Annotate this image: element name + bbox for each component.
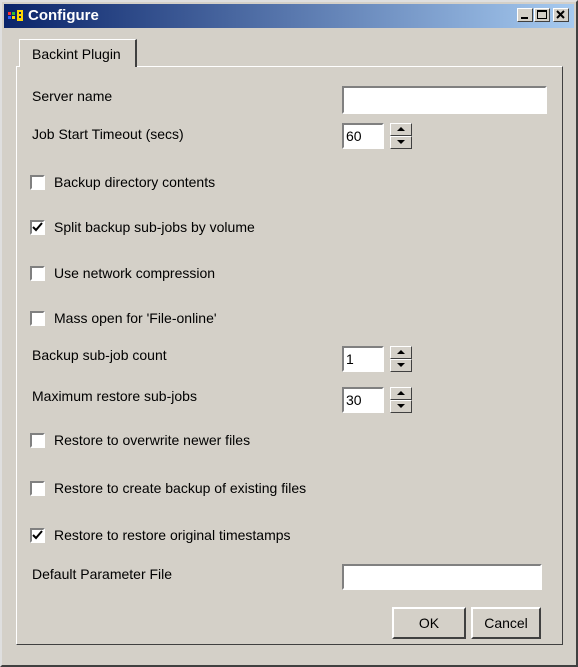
window-title: Configure bbox=[28, 7, 99, 24]
backup-subjob-count-input[interactable]: 1 bbox=[342, 346, 384, 372]
minimize-icon bbox=[521, 17, 528, 19]
checkbox-label: Mass open for 'File-online' bbox=[54, 310, 217, 326]
max-restore-subjobs-input[interactable]: 30 bbox=[342, 387, 384, 413]
spin-up-button[interactable] bbox=[390, 123, 412, 136]
spin-down-button[interactable] bbox=[390, 359, 412, 372]
job-start-timeout-spinner bbox=[390, 123, 412, 149]
max-restore-subjobs-label: Maximum restore sub-jobs bbox=[32, 388, 197, 404]
cancel-button[interactable]: Cancel bbox=[471, 607, 541, 639]
checkbox-label: Use network compression bbox=[54, 265, 216, 281]
spin-up-button[interactable] bbox=[390, 346, 412, 359]
checkbox-label: Restore to restore original timestamps bbox=[54, 527, 291, 543]
close-icon bbox=[556, 10, 565, 19]
arrow-down-icon bbox=[397, 404, 405, 408]
default-parameter-file-input[interactable] bbox=[342, 564, 542, 590]
tab-label: Backint Plugin bbox=[32, 46, 121, 62]
minimize-button[interactable] bbox=[517, 8, 533, 22]
checkbox-box[interactable] bbox=[30, 481, 45, 496]
checkbox-box[interactable] bbox=[30, 528, 45, 543]
spin-up-button[interactable] bbox=[390, 387, 412, 400]
maximize-button[interactable] bbox=[534, 8, 550, 22]
job-start-timeout-label: Job Start Timeout (secs) bbox=[32, 126, 184, 142]
checkmark-icon bbox=[32, 530, 43, 540]
checkbox-label: Restore to create backup of existing fil… bbox=[54, 480, 307, 496]
checkbox-box[interactable] bbox=[30, 433, 45, 448]
checkbox-box[interactable] bbox=[30, 220, 45, 235]
checkmark-icon bbox=[32, 222, 43, 232]
default-parameter-file-label: Default Parameter File bbox=[32, 566, 173, 582]
server-name-label: Server name bbox=[32, 88, 113, 104]
title-bar[interactable]: Configure bbox=[4, 4, 574, 28]
backup-subjob-count-spinner bbox=[390, 346, 412, 372]
app-icon bbox=[8, 9, 24, 23]
configure-dialog: Configure Backint Plugin Server name Job… bbox=[0, 0, 578, 667]
arrow-up-icon bbox=[397, 350, 405, 354]
job-start-timeout-input[interactable]: 60 bbox=[342, 123, 384, 149]
maximize-icon bbox=[537, 10, 547, 19]
max-restore-subjobs-spinner bbox=[390, 387, 412, 413]
checkbox-box[interactable] bbox=[30, 311, 45, 326]
arrow-down-icon bbox=[397, 140, 405, 144]
arrow-up-icon bbox=[397, 127, 405, 131]
checkbox-label: Split backup sub-jobs by volume bbox=[54, 219, 255, 235]
checkbox-box[interactable] bbox=[30, 266, 45, 281]
tab-backint-plugin[interactable]: Backint Plugin bbox=[19, 39, 137, 67]
ok-button[interactable]: OK bbox=[392, 607, 466, 639]
arrow-down-icon bbox=[397, 363, 405, 367]
server-name-input[interactable] bbox=[342, 86, 547, 114]
arrow-up-icon bbox=[397, 391, 405, 395]
spin-down-button[interactable] bbox=[390, 136, 412, 149]
checkbox-box[interactable] bbox=[30, 175, 45, 190]
spin-down-button[interactable] bbox=[390, 400, 412, 413]
backup-subjob-count-label: Backup sub-job count bbox=[32, 347, 167, 363]
checkbox-label: Backup directory contents bbox=[54, 174, 216, 190]
checkbox-label: Restore to overwrite newer files bbox=[54, 432, 251, 448]
close-button[interactable] bbox=[553, 8, 569, 22]
